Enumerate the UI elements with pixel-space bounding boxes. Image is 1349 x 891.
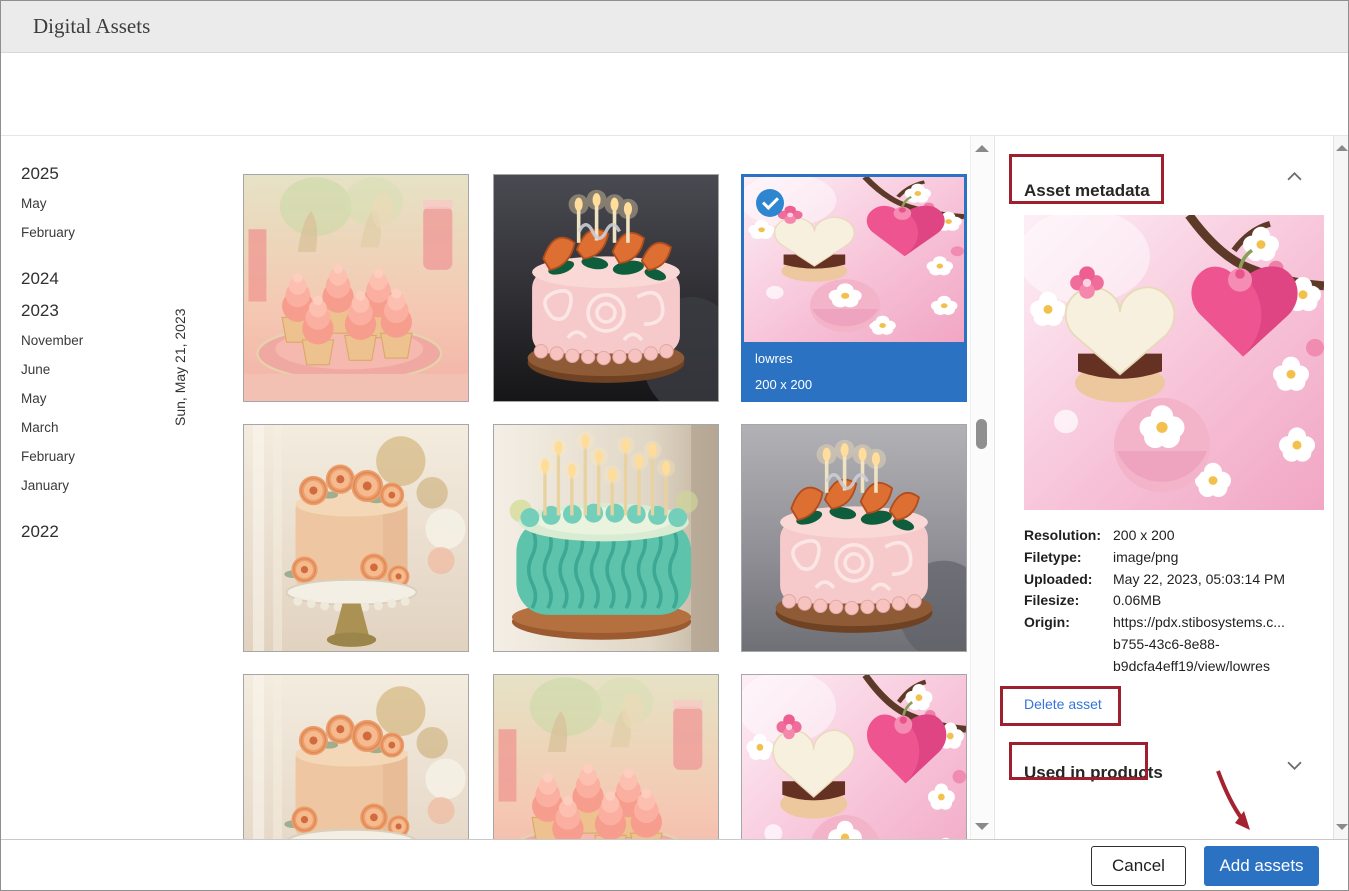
asset-thumbnail [244,425,468,651]
asset-metadata-panel: Asset metadata Resolution: 200 x 200 Fil… [994,136,1333,839]
metadata-value: https://pdx.stibosystems.c... [1113,612,1285,634]
asset-tile-pink-cupcakes[interactable] [493,674,719,839]
asset-tile-teal-cake[interactable] [493,424,719,652]
metadata-label: Filetype: [1024,547,1113,569]
metadata-label: Origin: [1024,612,1113,634]
metadata-list: Resolution: 200 x 200 Filetype: image/pn… [1024,525,1285,678]
scroll-up-icon[interactable] [1336,145,1348,151]
expand-chevron-down-icon[interactable] [1287,761,1302,770]
scroll-down-icon[interactable] [975,823,989,830]
collapse-chevron-up-icon[interactable] [1287,172,1302,181]
asset-tile-macarons[interactable] [741,674,967,839]
timeline-year[interactable]: 2022 [21,522,83,542]
asset-tile-pink-cake-light[interactable] [741,424,967,652]
asset-thumbnail [494,175,718,401]
metadata-row: Resolution: 200 x 200 [1024,525,1285,547]
timeline-sidebar: 2025 May February 2024 2023 November Jun… [21,164,83,554]
toolbar [1,53,1348,136]
dialog-footer: Cancel Add assets [1,839,1348,891]
grid-scrollbar[interactable] [970,136,993,839]
asset-tile-pink-cupcakes[interactable] [243,174,469,402]
page-title: Digital Assets [33,14,150,39]
asset-thumbnail [244,175,468,401]
asset-name: lowres [755,351,964,366]
metadata-row: Filetype: image/png [1024,547,1285,569]
asset-thumbnail [494,425,718,651]
metadata-row: Uploaded: May 22, 2023, 05:03:14 PM [1024,569,1285,591]
metadata-value: 0.06MB [1113,590,1161,612]
timeline-month[interactable]: February [21,225,83,241]
metadata-label: Resolution: [1024,525,1113,547]
timeline-month[interactable]: May [21,196,83,212]
asset-thumbnail [494,675,718,839]
timeline-month[interactable]: June [21,362,83,378]
asset-thumbnail [742,675,966,839]
asset-tile-rose-cake[interactable] [243,674,469,839]
panel-scrollbar[interactable] [1333,136,1349,839]
scrollbar-thumb[interactable] [976,419,987,449]
digital-assets-dialog: Digital Assets 2025 May February 2024 20… [0,0,1349,891]
metadata-value: image/png [1113,547,1178,569]
timeline-year[interactable]: 2025 [21,164,83,184]
timeline-month[interactable]: November [21,333,83,349]
selected-check-icon[interactable] [756,189,784,217]
timeline-spacer [21,254,83,269]
add-assets-button[interactable]: Add assets [1204,846,1319,886]
metadata-label: Uploaded: [1024,569,1113,591]
asset-tile-rose-cake[interactable] [243,424,469,652]
metadata-value-continued: b755-43c6-8e88- [1024,634,1285,656]
asset-thumbnail [742,425,966,651]
timeline-month[interactable]: March [21,420,83,436]
date-group-label: Sun, May 21, 2023 [172,308,188,426]
timeline-month[interactable]: May [21,391,83,407]
metadata-row: Origin: https://pdx.stibosystems.c... [1024,612,1285,634]
asset-tile-pink-cake-dark[interactable] [493,174,719,402]
timeline-month[interactable]: January [21,478,83,494]
asset-tile-macarons-selected[interactable]: lowres 200 x 200 [741,174,967,402]
title-bar: Digital Assets [1,1,1348,53]
metadata-label: Filesize: [1024,590,1113,612]
metadata-value: May 22, 2023, 05:03:14 PM [1113,569,1285,591]
asset-metadata-header: Asset metadata [1024,181,1150,201]
timeline-year[interactable]: 2023 [21,301,83,321]
metadata-row: Filesize: 0.06MB [1024,590,1285,612]
used-in-products-header: Used in products [1024,763,1163,783]
asset-browser-area: 2025 May February 2024 2023 November Jun… [1,136,1349,839]
delete-asset-link[interactable]: Delete asset [1024,696,1102,712]
timeline-month[interactable]: February [21,449,83,465]
cancel-button[interactable]: Cancel [1091,846,1186,886]
metadata-value-continued: b9dcfa4eff19/view/lowres [1024,656,1285,678]
timeline-year[interactable]: 2024 [21,269,83,289]
asset-resolution: 200 x 200 [755,377,964,392]
timeline-spacer [21,507,83,522]
selected-tile-footer: lowres 200 x 200 [744,342,964,399]
asset-thumbnail [244,675,468,839]
scroll-down-icon[interactable] [1336,824,1348,830]
metadata-value: 200 x 200 [1113,525,1175,547]
asset-preview-image [1024,215,1324,510]
scroll-up-icon[interactable] [975,145,989,152]
